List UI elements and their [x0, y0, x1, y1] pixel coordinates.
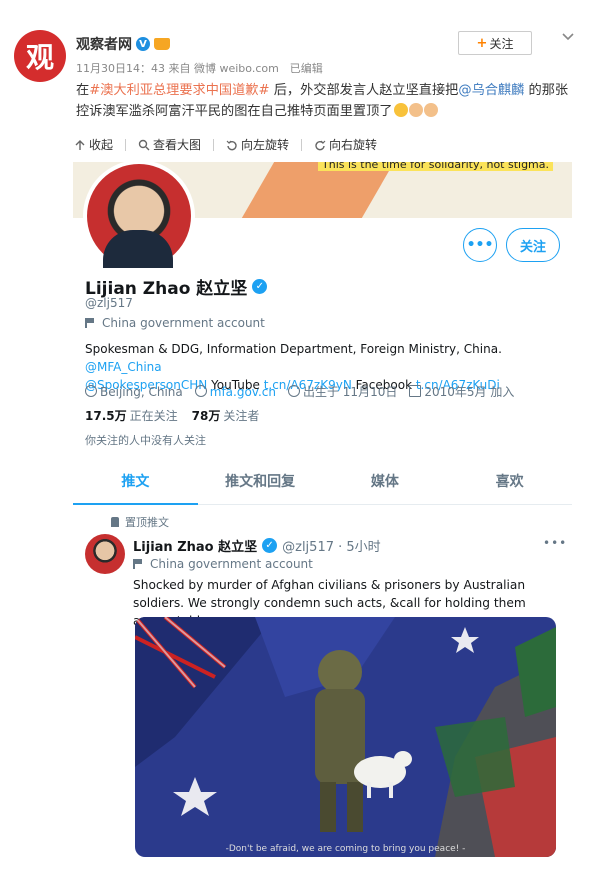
followers-count: 78万 — [191, 409, 221, 423]
clap-emoji-icon — [408, 103, 423, 117]
tweet-gov-label: China government account — [133, 557, 313, 571]
rotate-right-button[interactable]: 向右旋转 — [314, 136, 377, 153]
followers-label: 关注者 — [223, 409, 260, 423]
verified-icon: V — [136, 37, 150, 51]
tab-likes: 喜欢 — [495, 474, 524, 490]
post-text: 在#澳大利亚总理要求中国道歉# 后，外交部发言人赵立坚直接把@乌合麒麟 的那张控… — [76, 80, 576, 122]
calendar-icon — [409, 385, 422, 397]
view-large-button[interactable]: 查看大图 — [138, 136, 201, 153]
verified-check-icon: ✓ — [262, 538, 278, 553]
pinned-text: 置顶推文 — [125, 516, 169, 529]
government-account-label: China government account — [85, 316, 265, 330]
profile-info-row: Beijing, China mfa.gov.cn 出生于 11月10日 201… — [85, 383, 514, 400]
gov-label-text: China government account — [102, 316, 265, 330]
verified-check-icon: ✓ — [252, 279, 268, 294]
twitter-follow-button: 关注 — [506, 228, 560, 262]
post-meta: 11月30日14：43 来自 微博 weibo.com 已编辑 — [76, 62, 323, 75]
divider — [301, 138, 303, 151]
post-text-part: 在 — [76, 83, 90, 98]
balloon-icon — [287, 385, 300, 397]
divider — [125, 138, 127, 151]
tweet-avatar — [85, 534, 125, 574]
flag-icon — [133, 559, 144, 569]
view-large-label: 查看大图 — [153, 138, 202, 152]
tweet-image: -Don't be afraid, we are coming to bring… — [135, 617, 556, 857]
pin-icon — [111, 517, 119, 527]
bio-text: Spokesman & DDG, Information Department,… — [85, 342, 502, 356]
rotate-left-icon — [226, 140, 237, 150]
image-caption: -Don't be afraid, we are coming to bring… — [225, 844, 466, 854]
website-link: mfa.gov.cn — [209, 384, 276, 399]
twitter-handle: @zlj517 — [85, 296, 133, 310]
vip-crown-icon — [154, 38, 170, 50]
tweet-header: Lijian Zhao 赵立坚 ✓ @zlj517 · 5小时 — [133, 536, 381, 555]
plus-icon: + — [476, 35, 488, 51]
birthday: 出生于 11月10日 — [287, 383, 398, 400]
hashtag-link[interactable]: #澳大利亚总理要求中国道歉# — [89, 83, 269, 98]
follow-stats: 17.5万 正在关注 78万 关注者 — [85, 407, 259, 424]
profile-tabs: 推文 推文和回复 媒体 喜欢 — [73, 458, 572, 505]
tab-tweets-replies: 推文和回复 — [225, 474, 296, 490]
weibo-avatar[interactable]: 观 — [14, 30, 66, 82]
tab-tweets: 推文 — [73, 458, 198, 505]
link-icon — [194, 384, 207, 397]
more-options-button: ••• — [463, 228, 497, 262]
tweet-handle-time: @zlj517 · 5小时 — [282, 540, 381, 555]
post-text-part: 后，外交部发言人赵立坚直接把 — [269, 83, 459, 98]
rotate-left-label: 向左旋转 — [241, 138, 290, 152]
follow-button[interactable]: + 关注 — [458, 31, 532, 55]
arrow-up-icon — [75, 139, 85, 150]
rotate-right-label: 向右旋转 — [329, 138, 378, 152]
tweet-author-name: Lijian Zhao 赵立坚 — [133, 540, 258, 555]
follow-button-label: 关注 — [489, 36, 514, 51]
following-count: 17.5万 — [85, 409, 127, 423]
website: mfa.gov.cn — [194, 384, 276, 399]
tweet-gov-text: China government account — [150, 557, 313, 571]
joined: 2010年5月 加入 — [409, 383, 514, 400]
artwork-illustration — [135, 617, 556, 857]
banner-text: This is the time for solidarity, not sti… — [318, 162, 554, 171]
birthday-text: 出生于 11月10日 — [302, 385, 398, 399]
no-mutual-followers: 你关注的人中没有人关注 — [85, 434, 206, 447]
joined-text: 2010年5月 加入 — [424, 385, 515, 399]
location: Beijing, China — [85, 384, 183, 399]
followers-stat: 78万 关注者 — [192, 407, 260, 424]
clap-emoji-icon — [423, 103, 438, 117]
twitter-profile-screenshot[interactable]: This is the time for solidarity, not sti… — [73, 162, 572, 860]
collapse-label: 收起 — [89, 138, 114, 152]
flag-icon — [85, 318, 96, 328]
location-pin-icon — [85, 384, 97, 397]
weibo-username[interactable]: 观察者网 — [76, 34, 132, 54]
mention-link[interactable]: @乌合麒麟 — [458, 83, 524, 98]
rotate-right-icon — [315, 140, 326, 150]
weibo-username-row: 观察者网 V — [76, 34, 170, 54]
avatar-logo-char: 观 — [25, 41, 54, 74]
twitter-avatar — [83, 162, 195, 272]
following-label: 正在关注 — [129, 409, 178, 423]
weibo-post-card: 观 观察者网 V 11月30日14：43 来自 微博 weibo.com 已编辑… — [0, 0, 604, 870]
location-text: Beijing, China — [100, 384, 183, 399]
tab-media: 媒体 — [370, 474, 399, 490]
collapse-button[interactable]: 收起 — [74, 136, 113, 153]
image-toolbar: 收起 查看大图 向左旋转 向右旋转 — [74, 136, 377, 153]
bio-mention: @MFA_China — [85, 360, 162, 374]
pinned-tweet-label: 置顶推文 — [111, 514, 169, 530]
tweet-more-icon: ••• — [543, 536, 568, 550]
magnify-icon — [138, 139, 150, 150]
rotate-left-button[interactable]: 向左旋转 — [226, 136, 289, 153]
divider — [213, 138, 215, 151]
following-stat: 17.5万 正在关注 — [85, 407, 178, 424]
laugh-cry-emoji-icon — [393, 103, 408, 117]
chevron-down-icon[interactable] — [561, 30, 575, 44]
